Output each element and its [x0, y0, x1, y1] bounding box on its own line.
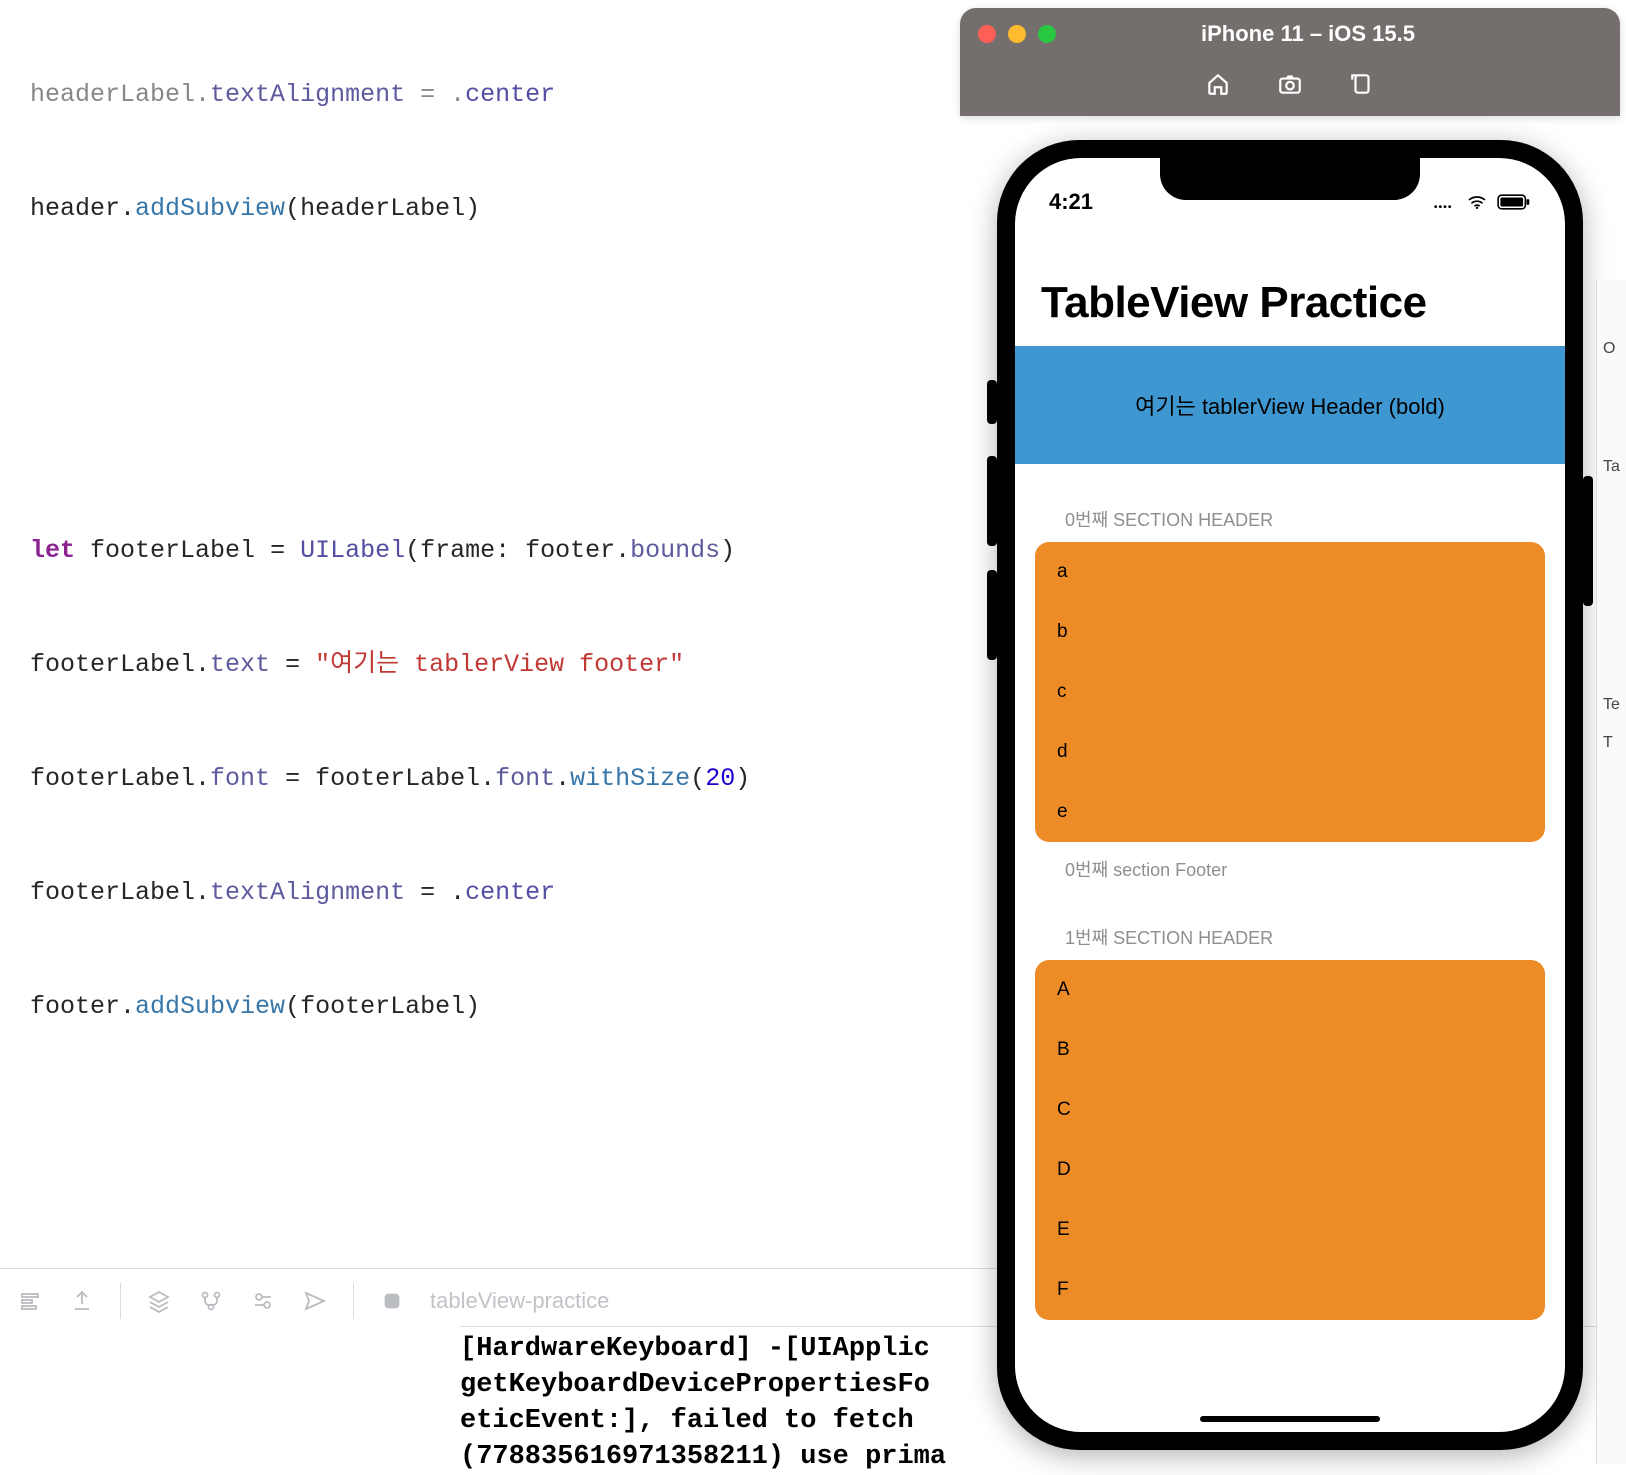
- nav-large-title: TableView Practice: [1015, 238, 1565, 346]
- table-row[interactable]: E: [1035, 1200, 1545, 1260]
- svg-text:A: A: [389, 1296, 396, 1307]
- phone-frame: 4:21 TableView Practice 여기는 tablerView H…: [997, 140, 1583, 1450]
- outline-icon[interactable]: [16, 1287, 44, 1315]
- app-icon[interactable]: A: [378, 1287, 406, 1315]
- section-cellblock: a b c d e: [1035, 542, 1545, 842]
- table-header-view: 여기는 tablerView Header (bold): [1015, 346, 1565, 464]
- toolbar-separator: [120, 1283, 121, 1319]
- section-cellblock: A B C D E F: [1035, 960, 1545, 1320]
- breadcrumb[interactable]: tableView-practice: [430, 1288, 609, 1314]
- section-footer: 0번째 section Footer: [1035, 842, 1545, 882]
- table-row[interactable]: C: [1035, 1080, 1545, 1140]
- phone-power-button: [1583, 476, 1593, 606]
- rotate-icon[interactable]: [1349, 71, 1375, 102]
- simulator-titlebar[interactable]: iPhone 11 – iOS 15.5: [960, 8, 1620, 116]
- table-row[interactable]: B: [1035, 1020, 1545, 1080]
- inspector-panel[interactable]: O Ta Te T: [1596, 280, 1626, 1464]
- inspector-fragment: T: [1597, 734, 1626, 752]
- editor-bottom-toolbar: A tableView-practice: [0, 1268, 1000, 1332]
- table-row[interactable]: c: [1035, 662, 1545, 722]
- table-row[interactable]: d: [1035, 722, 1545, 782]
- home-indicator[interactable]: [1200, 1416, 1380, 1422]
- table-section-0: 0번째 SECTION HEADER a b c d e 0번째 section…: [1015, 464, 1565, 882]
- table-row[interactable]: a: [1035, 542, 1545, 602]
- branches-icon[interactable]: [197, 1287, 225, 1315]
- simulator-title: iPhone 11 – iOS 15.5: [1068, 21, 1548, 47]
- code-editor[interactable]: headerLabel.textAlignment = .center head…: [0, 0, 1000, 1270]
- send-icon[interactable]: [301, 1287, 329, 1315]
- cellular-icon: [1433, 195, 1457, 209]
- upload-icon[interactable]: [68, 1287, 96, 1315]
- table-row[interactable]: e: [1035, 782, 1545, 842]
- phone-mute-switch: [987, 380, 997, 424]
- tuning-icon[interactable]: [249, 1287, 277, 1315]
- wifi-icon: [1465, 192, 1489, 212]
- battery-icon: [1497, 194, 1531, 210]
- inspector-fragment: Te: [1597, 696, 1626, 714]
- window-close-button[interactable]: [978, 25, 996, 43]
- window-zoom-button[interactable]: [1038, 25, 1056, 43]
- inspector-fragment: O: [1597, 340, 1626, 358]
- status-time: 4:21: [1049, 189, 1093, 215]
- home-icon[interactable]: [1205, 71, 1231, 102]
- layers-icon[interactable]: [145, 1287, 173, 1315]
- phone-volume-down: [987, 570, 997, 660]
- section-header: 0번째 SECTION HEADER: [1035, 464, 1545, 542]
- toolbar-separator: [353, 1283, 354, 1319]
- inspector-fragment: Ta: [1597, 458, 1626, 476]
- table-row[interactable]: D: [1035, 1140, 1545, 1200]
- phone-notch: [1160, 158, 1420, 200]
- phone-screen[interactable]: 4:21 TableView Practice 여기는 tablerView H…: [1015, 158, 1565, 1432]
- screenshot-icon[interactable]: [1277, 71, 1303, 102]
- table-section-1: 1번째 SECTION HEADER A B C D E F: [1015, 882, 1565, 1320]
- app-content[interactable]: TableView Practice 여기는 tablerView Header…: [1015, 222, 1565, 1320]
- table-row[interactable]: b: [1035, 602, 1545, 662]
- section-header: 1번째 SECTION HEADER: [1035, 882, 1545, 960]
- simulator-window: iPhone 11 – iOS 15.5 4:21 Tabl: [960, 8, 1620, 1450]
- phone-volume-up: [987, 456, 997, 546]
- table-row[interactable]: A: [1035, 960, 1545, 1020]
- table-row[interactable]: F: [1035, 1260, 1545, 1320]
- window-minimize-button[interactable]: [1008, 25, 1026, 43]
